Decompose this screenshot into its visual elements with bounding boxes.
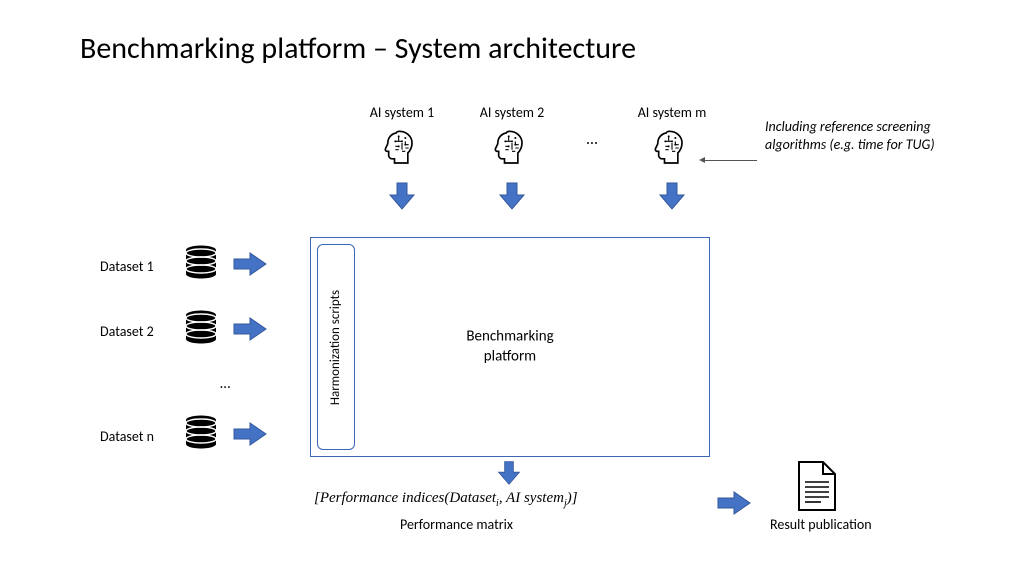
platform-box: Harmonization scripts Benchmarkingplatfo… <box>310 237 710 457</box>
performance-matrix-label: Performance matrix <box>400 516 513 533</box>
arrow-right-icon <box>232 316 268 347</box>
result-publication-label: Result publication <box>770 516 872 533</box>
database-icon <box>184 310 218 353</box>
datasets-column: Dataset 1 Dataset 2 <box>100 245 268 458</box>
brain-head-icon <box>492 128 532 173</box>
annotation-arrow <box>705 160 757 161</box>
arrow-down-icon <box>495 460 523 491</box>
arrow-down-icon <box>387 181 417 216</box>
arrow-down-icon <box>497 181 527 216</box>
arrow-right-icon <box>232 421 268 452</box>
arrow-down-icon <box>657 181 687 216</box>
ai-system-label: AI system m <box>638 104 707 122</box>
ellipsis: … <box>582 104 602 149</box>
document-icon <box>795 460 839 517</box>
dataset-row: Dataset 2 <box>100 310 268 353</box>
dataset-row: Dataset n <box>100 415 268 458</box>
brain-head-icon <box>382 128 422 173</box>
arrow-right-icon <box>232 251 268 282</box>
dataset-label: Dataset 1 <box>100 258 170 275</box>
arrow-right-icon <box>716 490 752 521</box>
harmonization-label: Harmonization scripts <box>329 289 344 404</box>
database-icon <box>184 415 218 458</box>
ai-system-col: AI system 1 <box>362 104 442 216</box>
brain-head-icon <box>652 128 692 173</box>
dataset-label: Dataset n <box>100 428 170 445</box>
slide-title: Benchmarking platform – System architect… <box>80 30 636 67</box>
dataset-row: Dataset 1 <box>100 245 268 288</box>
ai-system-label: AI system 1 <box>370 104 435 122</box>
annotation-text: Including reference screening algorithms… <box>765 118 965 153</box>
performance-formula: [Performance indices(Dataseti, AI system… <box>314 490 578 509</box>
ai-system-col: AI system 2 <box>472 104 552 216</box>
ai-systems-row: AI system 1 AI system 2 … <box>362 104 712 216</box>
ai-system-label: AI system 2 <box>480 104 545 122</box>
harmonization-box: Harmonization scripts <box>317 244 355 450</box>
dataset-label: Dataset 2 <box>100 323 170 340</box>
platform-label: Benchmarkingplatform <box>466 328 553 367</box>
database-icon <box>184 245 218 288</box>
ellipsis: … <box>100 375 268 393</box>
